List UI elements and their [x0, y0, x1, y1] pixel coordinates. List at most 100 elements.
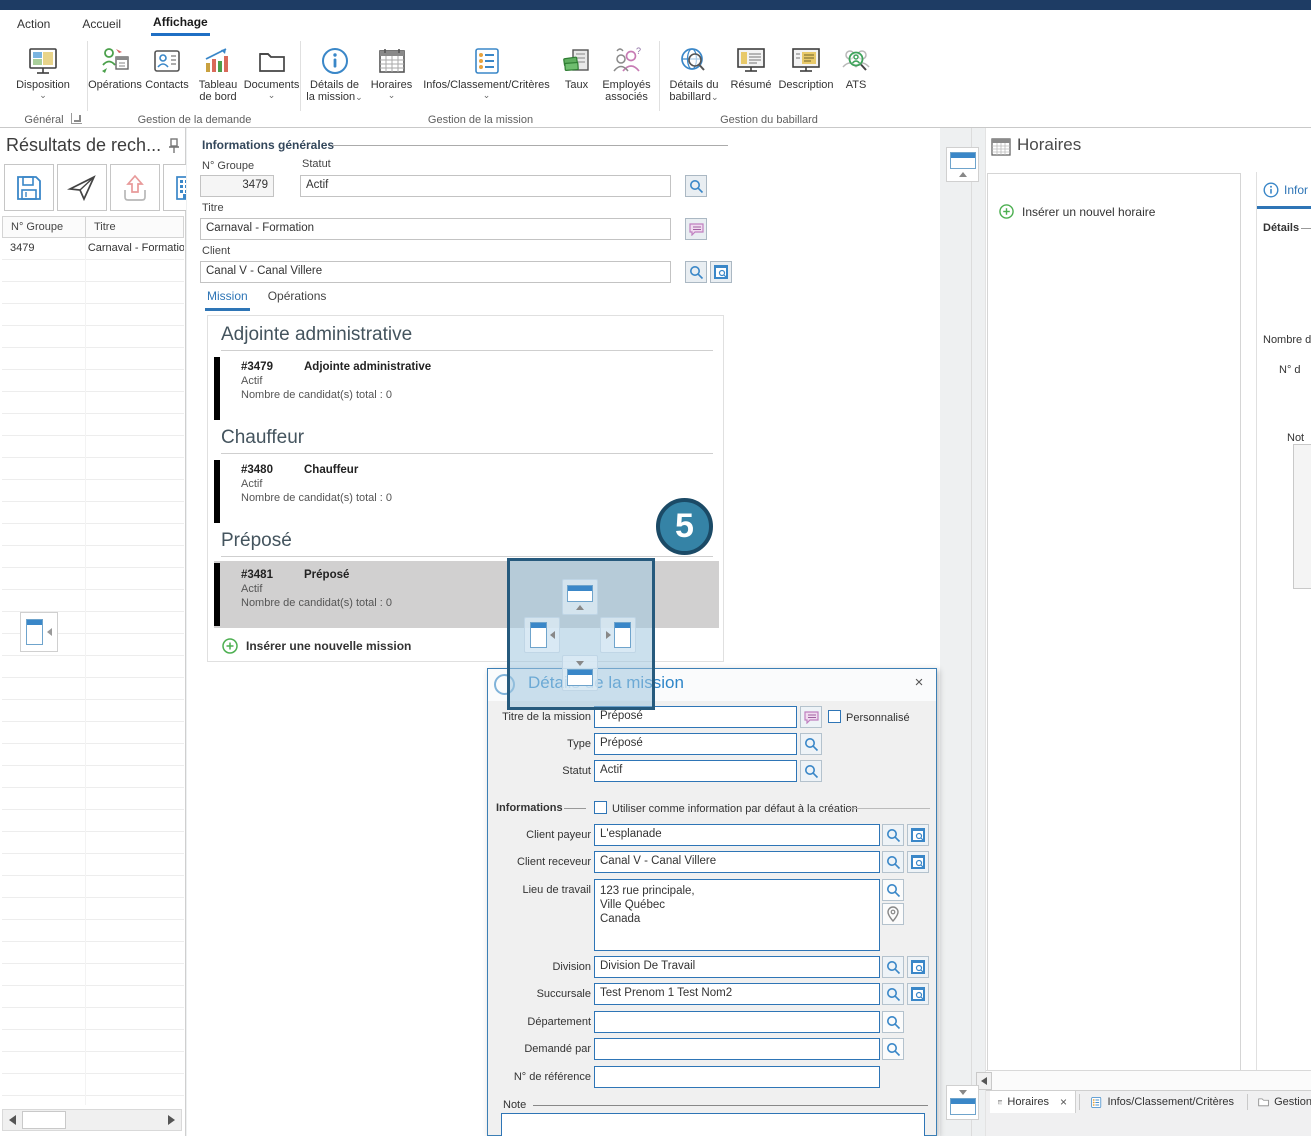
defaut-checkbox[interactable]	[594, 801, 607, 814]
table-row[interactable]: 3479 Carnaval - Formation	[2, 238, 184, 260]
reference-field[interactable]	[594, 1066, 880, 1088]
ats-button[interactable]: ATS	[837, 41, 875, 105]
bottom-tab-horaires[interactable]: Horaires ×	[990, 1091, 1076, 1113]
resume-button[interactable]: Résumé	[727, 41, 775, 105]
dock-bottom-button[interactable]	[562, 655, 598, 691]
departement-label: Département	[496, 1016, 591, 1028]
close-icon[interactable]: ×	[910, 674, 928, 691]
demande-par-search-button[interactable]	[882, 1038, 904, 1060]
horaires-panel: Horaires Insérer un nouvel horaire Infor…	[985, 128, 1311, 1136]
succursale-search-button[interactable]	[882, 983, 904, 1005]
mission-item[interactable]: #3479 Adjointe administrative Actif Nomb…	[214, 356, 714, 422]
succursale-field[interactable]: Test Prenom 1 Test Nom2	[594, 983, 880, 1005]
dock-top-button[interactable]	[562, 579, 598, 615]
company-button[interactable]	[163, 164, 186, 211]
bottom-tab-infos[interactable]: Infos/Classement/Critères	[1082, 1091, 1242, 1113]
close-icon[interactable]: ×	[1060, 1095, 1067, 1109]
column-groupe: N° Groupe	[3, 217, 86, 237]
search-icon	[886, 855, 901, 870]
export-button[interactable]	[110, 164, 160, 211]
dock-left-indicator[interactable]	[20, 612, 58, 652]
disposition-icon	[27, 43, 59, 79]
titre-label: Titre	[202, 202, 224, 214]
titre-comment-button[interactable]	[685, 218, 707, 240]
client-payeur-field[interactable]: L'esplanade	[594, 824, 880, 846]
insert-mission-link[interactable]: Insérer une nouvelle mission	[222, 638, 411, 654]
division-open-button[interactable]	[907, 956, 929, 978]
tab-mission[interactable]: Mission	[205, 286, 250, 311]
client-receveur-search-button[interactable]	[882, 851, 904, 873]
lieu-map-button[interactable]	[882, 903, 904, 925]
demande-par-field[interactable]	[594, 1038, 880, 1060]
type-field[interactable]: Préposé	[594, 733, 797, 755]
details-babillard-button[interactable]: Détails du babillard⌄	[661, 41, 727, 105]
lieu-search-button[interactable]	[882, 879, 904, 901]
client-payeur-search-button[interactable]	[882, 824, 904, 846]
client-open-button[interactable]	[710, 261, 732, 283]
comment-icon	[689, 223, 704, 236]
groupe-field[interactable]: 3479	[200, 175, 274, 197]
horaires-button[interactable]: Horaires ⌄	[367, 41, 417, 105]
dock-left-button[interactable]	[524, 617, 560, 653]
search-results-title: Résultats de rech...	[6, 135, 161, 156]
division-field[interactable]: Division De Travail	[594, 956, 880, 978]
contacts-button[interactable]: Contacts	[142, 41, 192, 105]
infos-classement-criteres-button[interactable]: Infos/Classement/Critères ⌄	[417, 41, 557, 105]
division-search-button[interactable]	[882, 956, 904, 978]
tab-accueil[interactable]: Accueil	[80, 13, 123, 35]
note-field[interactable]	[1293, 444, 1311, 589]
scroll-left-button[interactable]	[4, 1111, 21, 1129]
description-button[interactable]: Description	[775, 41, 837, 105]
tab-action[interactable]: Action	[15, 13, 52, 35]
dialog-launcher-icon[interactable]	[71, 113, 82, 124]
disposition-button[interactable]: Disposition ⌄	[13, 41, 73, 101]
search-icon	[804, 764, 819, 779]
type-search-button[interactable]	[800, 733, 822, 755]
documents-button[interactable]: Documents ⌄	[244, 41, 299, 105]
client-search-button[interactable]	[685, 261, 707, 283]
tableau-de-bord-button[interactable]: Tableau de bord	[192, 41, 244, 105]
insert-horaire-link[interactable]: Insérer un nouvel horaire	[999, 204, 1155, 219]
horaires-horizontal-scrollbar[interactable]	[986, 1070, 1311, 1090]
tab-informations[interactable]: Infor	[1263, 182, 1308, 198]
operations-button[interactable]: Opérations	[88, 41, 142, 105]
taux-button[interactable]: Taux	[557, 41, 597, 105]
succursale-open-button[interactable]	[907, 983, 929, 1005]
results-table-header[interactable]: N° Groupe Titre	[2, 216, 184, 238]
tab-operations[interactable]: Opérations	[266, 286, 329, 311]
money-icon	[561, 43, 593, 79]
bottom-tab-gestion[interactable]: Gestion	[1250, 1091, 1311, 1113]
statut-search-button[interactable]	[800, 760, 822, 782]
lieu-travail-field[interactable]: 123 rue principale, Ville Québec Canada	[594, 879, 880, 951]
results-horizontal-scrollbar[interactable]	[2, 1109, 182, 1131]
scroll-right-button[interactable]	[163, 1111, 180, 1129]
titre-field[interactable]: Carnaval - Formation	[200, 218, 671, 240]
employes-associes-button[interactable]: ? Employés associés	[597, 41, 657, 105]
dock-top-indicator[interactable]	[946, 147, 979, 182]
statut-field[interactable]: Actif	[594, 760, 797, 782]
dock-right-button[interactable]	[600, 617, 636, 653]
folder-icon	[1258, 1096, 1269, 1108]
statut-search-button[interactable]	[685, 175, 707, 197]
titre-comment-button[interactable]	[800, 706, 822, 728]
pin-icon[interactable]	[167, 138, 181, 154]
client-receveur-open-button[interactable]	[907, 851, 929, 873]
tab-affichage[interactable]: Affichage	[151, 11, 210, 36]
note-label: Not	[1287, 432, 1304, 444]
client-receveur-field[interactable]: Canal V - Canal Villere	[594, 851, 880, 873]
client-payeur-open-button[interactable]	[907, 824, 929, 846]
statut-field[interactable]: Actif	[300, 175, 671, 197]
dock-bottom-indicator[interactable]	[946, 1085, 979, 1120]
departement-search-button[interactable]	[882, 1011, 904, 1033]
note-field[interactable]	[501, 1113, 925, 1136]
dock-left-arrow-icon	[550, 631, 555, 639]
scrollbar-thumb[interactable]	[22, 1111, 66, 1129]
details-mission-button[interactable]: Détails de la mission⌄	[303, 41, 367, 105]
horaires-content: Insérer un nouvel horaire	[987, 173, 1241, 1093]
send-button[interactable]	[57, 164, 107, 211]
personnalise-checkbox[interactable]	[828, 710, 841, 723]
departement-field[interactable]	[594, 1011, 880, 1033]
save-button[interactable]	[4, 164, 54, 211]
mission-item[interactable]: #3480 Chauffeur Actif Nombre de candidat…	[214, 459, 714, 525]
client-field[interactable]: Canal V - Canal Villere	[200, 261, 671, 283]
